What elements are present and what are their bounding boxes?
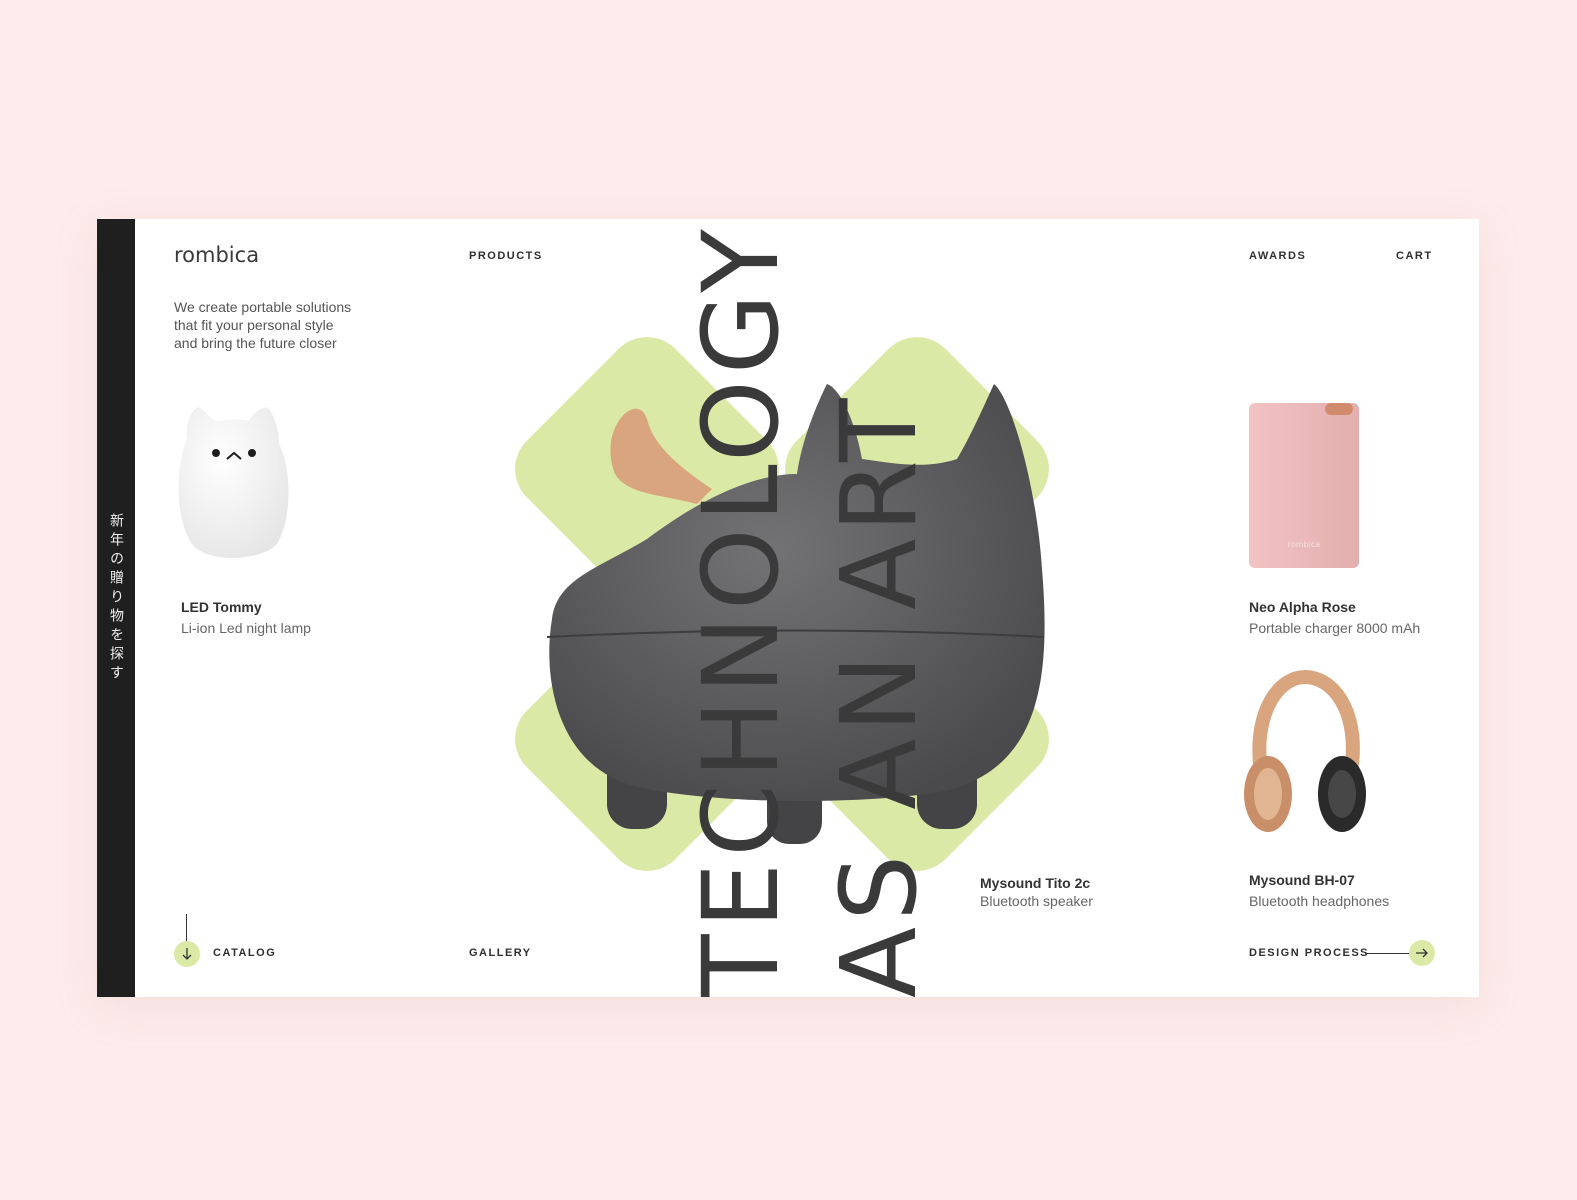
design-process-button[interactable] <box>1409 940 1435 966</box>
tagline-line: and bring the future closer <box>174 335 337 351</box>
nav-awards[interactable]: AWARDS <box>1249 250 1306 262</box>
charger-logo: rombica <box>1288 540 1321 549</box>
product-description: Bluetooth headphones <box>1249 893 1390 909</box>
headline-as-an-art: AS AN ART <box>818 392 940 997</box>
brand-logo[interactable]: rombica <box>174 243 259 267</box>
headband <box>1252 669 1360 771</box>
nav-cart[interactable]: CART <box>1396 250 1433 262</box>
charger-button <box>1325 403 1353 415</box>
lamp-eye <box>248 449 256 457</box>
arrow-right-icon <box>1416 948 1428 958</box>
product-name[interactable]: Mysound BH-07 <box>1249 872 1355 888</box>
tagline-line: We create portable solutions <box>174 299 352 315</box>
left-sidebar: 新年の贈り物を探す <box>97 219 135 997</box>
nav-products[interactable]: PRODUCTS <box>469 250 543 262</box>
product-name[interactable]: Neo Alpha Rose <box>1249 599 1356 615</box>
nav-gallery[interactable]: GALLERY <box>469 947 532 959</box>
product-description: Bluetooth speaker <box>980 893 1093 909</box>
lamp-eye <box>212 449 220 457</box>
nav-catalog[interactable]: CATALOG <box>213 947 276 959</box>
product-description: Portable charger 8000 mAh <box>1249 620 1421 636</box>
nav-design-process[interactable]: DESIGN PROCESS <box>1249 947 1369 959</box>
ear-plate-right <box>1328 770 1356 818</box>
ear-cushion-left <box>1254 768 1282 820</box>
headline-technology: TECHNOLOGY <box>680 223 802 997</box>
neo-alpha-rose-image[interactable]: rombica <box>1245 397 1365 572</box>
product-name[interactable]: LED Tommy <box>181 599 262 615</box>
product-description: Li-ion Led night lamp <box>181 620 311 636</box>
hero-tagline: We create portable solutions that fit yo… <box>174 298 394 352</box>
lamp-body <box>178 407 289 558</box>
product-name[interactable]: Mysound Tito 2c <box>980 875 1090 891</box>
sidebar-japanese-text[interactable]: 新年の贈り物を探す <box>97 513 135 684</box>
hero-card: 新年の贈り物を探す rombica PRODUCTS AWARDS CART W… <box>97 219 1479 997</box>
catalog-button[interactable] <box>174 941 200 967</box>
tagline-line: that fit your personal style <box>174 317 334 333</box>
mysound-bh07-image[interactable] <box>1240 669 1370 839</box>
led-tommy-image[interactable] <box>167 399 307 569</box>
arrow-down-icon <box>182 948 192 960</box>
